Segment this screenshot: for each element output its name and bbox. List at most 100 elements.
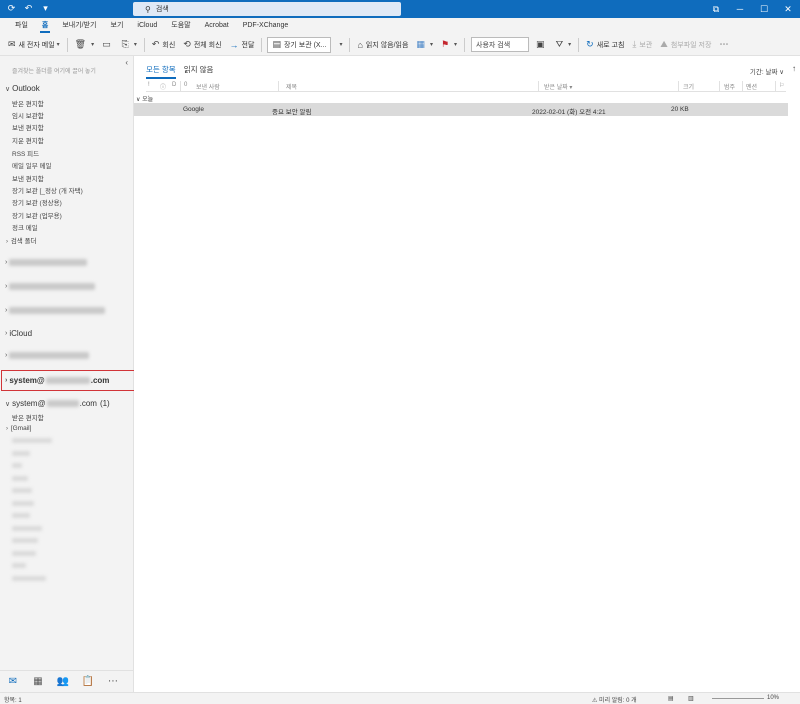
zoom-level: 10% bbox=[767, 695, 780, 701]
folder-archive-2[interactable]: 장기 보관 (정상용) bbox=[12, 197, 62, 207]
folder-redacted[interactable] bbox=[12, 462, 22, 469]
col-flag[interactable]: ⚐ bbox=[779, 82, 784, 89]
col-received[interactable]: 받은 날짜 ▾ bbox=[544, 82, 572, 91]
tab-acrobat[interactable]: Acrobat bbox=[198, 18, 236, 34]
mail-icon[interactable]: ✉ bbox=[6, 676, 20, 687]
folder-deleted[interactable]: 지운 편지함 bbox=[12, 135, 44, 145]
unread-read-button[interactable]: ⌂ 읽지 않음/읽음 bbox=[353, 36, 412, 54]
restore-icon[interactable]: ⧉ bbox=[704, 0, 728, 18]
account-system-2[interactable]: ∨ system@ .com (1) bbox=[5, 399, 110, 408]
filter-unread[interactable]: 읽지 않음 bbox=[184, 64, 214, 77]
col-size[interactable]: 크기 bbox=[683, 82, 694, 91]
sort-direction-icon[interactable]: ↑ bbox=[792, 64, 796, 73]
archive-download-button[interactable]: ⤓ 보관 bbox=[628, 36, 656, 54]
calendar-icon[interactable]: ▦ bbox=[31, 676, 45, 687]
col-mention[interactable]: 멘션 bbox=[746, 82, 757, 91]
collapse-pane-icon[interactable]: ‹ bbox=[125, 58, 128, 67]
col-attachment[interactable]: 0 bbox=[184, 82, 187, 88]
account-redacted-4[interactable]: › bbox=[5, 352, 90, 359]
account-redacted-1[interactable]: › bbox=[5, 259, 88, 266]
filter-all[interactable]: 모든 항목 bbox=[146, 64, 176, 79]
folder-redacted[interactable] bbox=[12, 525, 42, 532]
folder-redacted[interactable] bbox=[12, 512, 30, 519]
categorize-button[interactable]: ▦ ▾ bbox=[412, 36, 437, 54]
tab-view[interactable]: 보기 bbox=[104, 18, 131, 34]
folder-search[interactable]: › 검색 폴더 bbox=[6, 235, 37, 245]
people-icon[interactable]: 👥 bbox=[56, 676, 70, 687]
folder-archive-1[interactable]: 장기 보관 [_정상 (개 자택) bbox=[12, 185, 83, 195]
save-attachments-button[interactable]: ⛰ 첨부파일 저장 bbox=[656, 36, 715, 54]
folder-redacted[interactable] bbox=[12, 437, 52, 444]
search-input[interactable]: ⚲ 검색 bbox=[133, 2, 401, 16]
folder-redacted[interactable] bbox=[12, 487, 32, 494]
account-system-1[interactable]: › system@ .com bbox=[5, 376, 109, 385]
group-header-today[interactable]: ∨ 오늘 bbox=[136, 94, 153, 103]
col-flag-status[interactable]: D bbox=[172, 82, 176, 88]
folder-inbox-2[interactable]: 받은 편지함 bbox=[12, 412, 44, 422]
folder-drafts[interactable]: 임시 보관함 bbox=[12, 110, 44, 120]
tab-icloud[interactable]: iCloud bbox=[130, 18, 164, 34]
quick-steps-expand[interactable]: ▾ bbox=[333, 36, 346, 54]
folder-redacted[interactable] bbox=[12, 550, 36, 557]
folder-archive-3[interactable]: 장기 보관 (업무용) bbox=[12, 210, 62, 220]
search-people-input[interactable]: 사용자 검색 bbox=[471, 37, 530, 52]
filter-button[interactable]: ⛛ ▾ bbox=[552, 36, 576, 54]
address-book-button[interactable]: ▣ bbox=[532, 36, 552, 54]
tab-send-receive[interactable]: 보내기/받기 bbox=[55, 18, 103, 34]
col-subject[interactable]: 제목 bbox=[286, 82, 297, 91]
sort-by-dropdown[interactable]: 기간: 날짜 ∨ bbox=[750, 66, 784, 76]
folder-rss[interactable]: RSS 피드 bbox=[12, 148, 39, 158]
tab-help[interactable]: 도움말 bbox=[164, 18, 197, 34]
folder-inbox[interactable]: 받은 편지함 bbox=[12, 98, 44, 108]
account-icloud[interactable]: › iCloud bbox=[5, 329, 32, 338]
account-outlook[interactable]: ∨ Outlook bbox=[5, 84, 40, 93]
quick-steps-dropdown[interactable]: ▤ 장기 보관 (X... bbox=[267, 36, 332, 53]
send-receive-button[interactable]: ↻ 새로 고침 bbox=[582, 36, 628, 54]
more-options-button[interactable]: ⋯ bbox=[715, 36, 735, 54]
folder-redacted[interactable] bbox=[12, 475, 28, 482]
folder-redacted[interactable] bbox=[12, 450, 30, 457]
normal-view-icon[interactable]: ▤ bbox=[668, 695, 674, 702]
folder-gmail[interactable]: › [Gmail] bbox=[6, 425, 31, 432]
tasks-icon[interactable]: 📋 bbox=[81, 676, 95, 687]
reply-button[interactable]: ↶ 회신 bbox=[148, 36, 179, 54]
reply-all-button[interactable]: ⟲ 전체 회신 bbox=[179, 36, 225, 54]
account-redacted-2[interactable]: › bbox=[5, 283, 96, 290]
reminders-indicator[interactable]: ⚠ 미리 알림: 0 개 bbox=[592, 695, 637, 704]
tab-file[interactable]: 파일 bbox=[8, 18, 35, 34]
new-email-button[interactable]: ✉ 새 전자 메일 ▾ bbox=[4, 36, 64, 54]
zoom-slider[interactable] bbox=[712, 698, 764, 699]
folder-outbox[interactable]: 메일 일부 메일 bbox=[12, 160, 52, 170]
divider bbox=[261, 37, 263, 52]
folder-sent[interactable]: 보낸 편지함 bbox=[12, 122, 44, 132]
close-button[interactable]: ✕ bbox=[776, 0, 800, 18]
redacted-folder-name bbox=[12, 450, 30, 456]
undo-icon[interactable]: ↶ bbox=[23, 3, 34, 14]
tab-home[interactable]: 홈 bbox=[35, 18, 55, 34]
folder-junk[interactable]: 정크 메일 bbox=[12, 222, 38, 232]
tab-pdf-xchange[interactable]: PDF-XChange bbox=[236, 18, 296, 34]
reading-view-icon[interactable]: ▥ bbox=[688, 695, 694, 702]
folder-pane: ‹ 즐겨찾는 폴더를 여기에 끌어 놓기 ∨ Outlook 받은 편지함 임시… bbox=[0, 56, 135, 692]
folder-redacted[interactable] bbox=[12, 500, 34, 507]
more-icon[interactable]: ⋯ bbox=[106, 676, 120, 687]
folder-sent-2[interactable]: 보낸 편지함 bbox=[12, 173, 44, 183]
move-button[interactable]: ⎘ ▾ bbox=[118, 36, 141, 54]
forward-button[interactable]: → 전달 bbox=[226, 36, 259, 54]
flag-button[interactable]: ⚑ ▾ bbox=[437, 36, 461, 54]
minimize-button[interactable]: ─ bbox=[728, 0, 752, 18]
col-icon[interactable]: ⓘ bbox=[160, 82, 166, 91]
delete-button[interactable]: 🗑 ▾ bbox=[71, 36, 98, 54]
folder-redacted[interactable] bbox=[12, 562, 26, 569]
folder-redacted[interactable] bbox=[12, 575, 46, 582]
dropdown-icon[interactable]: ▾ bbox=[40, 3, 51, 14]
folder-redacted[interactable] bbox=[12, 537, 38, 544]
col-from[interactable]: 보낸 사람 bbox=[196, 82, 220, 91]
maximize-button[interactable]: ☐ bbox=[752, 0, 776, 18]
col-importance[interactable]: ! bbox=[148, 82, 150, 88]
sync-icon[interactable]: ⟳ bbox=[6, 3, 17, 14]
col-category[interactable]: 범주 bbox=[724, 82, 735, 91]
table-row[interactable]: Google 중요 보안 알림 2022-02-01 (화) 오전 4:21 2… bbox=[134, 103, 788, 116]
account-redacted-3[interactable]: › bbox=[5, 307, 106, 314]
archive-button[interactable]: ▭ bbox=[98, 36, 118, 54]
